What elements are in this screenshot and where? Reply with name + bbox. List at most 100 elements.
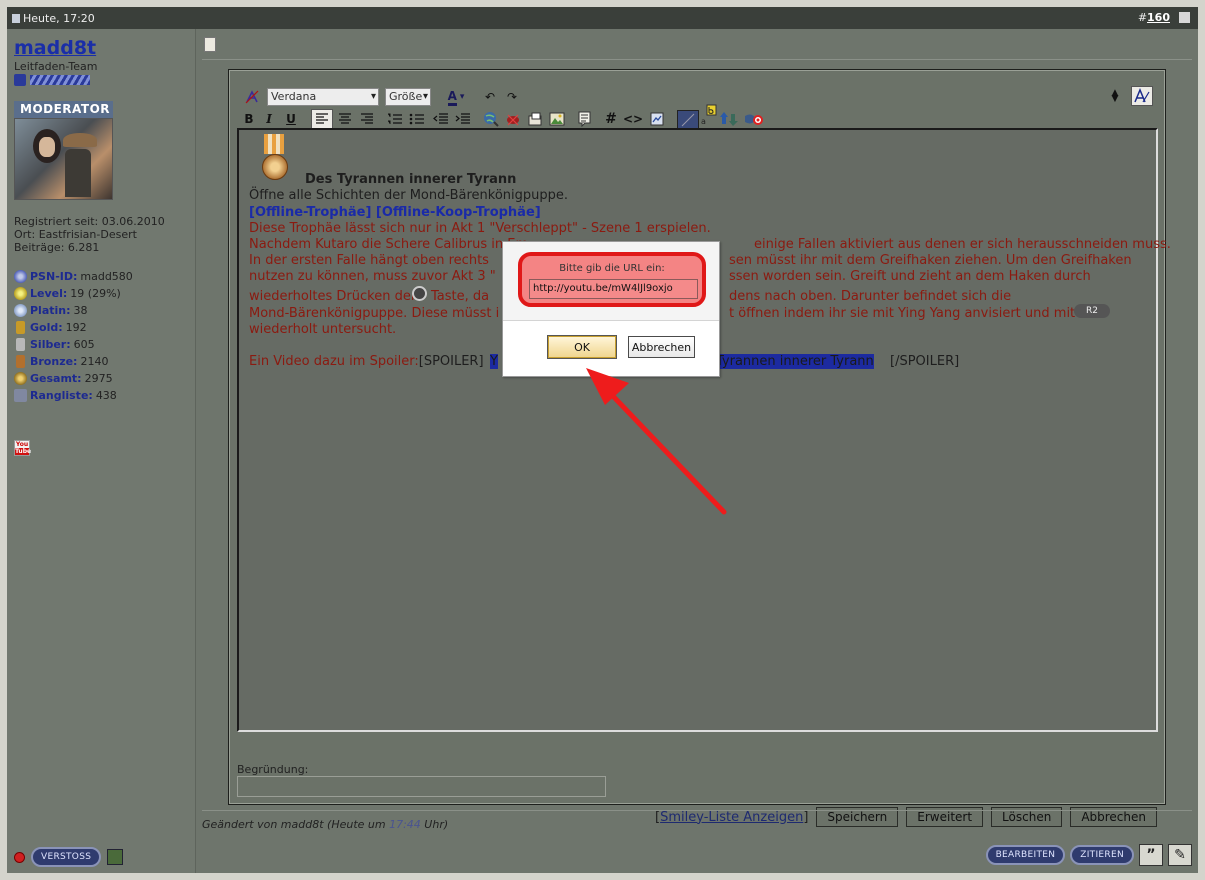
text-color-button[interactable]: A ▾	[441, 88, 471, 106]
smiley-list-link[interactable]: [Smiley-Liste Anzeigen]	[655, 810, 808, 825]
spoiler-icon[interactable]	[677, 110, 699, 130]
edited-note: Geändert von madd8t (Heute um 17:44 Uhr)	[202, 818, 448, 831]
stat-ranking: Rangliste: 438	[14, 387, 133, 404]
smiley-list-link-text[interactable]: Smiley-Liste Anzeigen	[660, 810, 803, 825]
remove-link-icon[interactable]	[503, 110, 523, 128]
divider	[202, 810, 1192, 811]
url-prompt-label: Bitte gib die URL ein:	[559, 263, 665, 274]
spoiler-close-tag: [/SPOILER]	[890, 354, 960, 369]
reason-input[interactable]	[237, 776, 606, 797]
stat-label: Silber:	[30, 338, 71, 351]
post-number-hash: #	[1137, 11, 1148, 24]
stat-value: 438	[95, 389, 117, 402]
post-number-link[interactable]: 160	[1147, 11, 1170, 24]
align-right-icon[interactable]	[357, 110, 377, 128]
upload-icon[interactable]	[719, 110, 739, 128]
moderator-badge: MODERATOR	[14, 101, 113, 118]
bracket-close: ]	[803, 809, 809, 825]
multi-quote-icon[interactable]: ”	[1139, 844, 1163, 866]
registered-since: Registriert seit: 03.06.2010	[14, 215, 165, 228]
hash-tag-button[interactable]: #	[603, 110, 619, 128]
user-info: Registriert seit: 03.06.2010 Ort: Eastfr…	[14, 215, 165, 254]
platinum-trophy-icon	[14, 304, 27, 317]
redo-button[interactable]: ↷	[505, 88, 519, 106]
trophy-title: Des Tyrannen innerer Tyrann	[305, 172, 517, 187]
svg-text:a: a	[701, 117, 706, 126]
post-icon	[12, 14, 20, 23]
spoiler-intro: Ein Video dazu im Spoiler:	[249, 354, 419, 369]
trophy-stats: PSN-ID: madd580 Level: 19 (29%) Platin: 38 …	[14, 268, 133, 404]
ordered-list-icon[interactable]	[385, 110, 405, 128]
stat-label: Gold:	[30, 321, 63, 334]
post-line: Diese Trophäe lässt sich nur in Akt 1 "V…	[249, 221, 711, 236]
edit-button[interactable]: BEARBEITEN	[985, 845, 1066, 865]
ip-info-icon[interactable]	[107, 849, 124, 865]
abbreviation-icon[interactable]: a	[701, 104, 717, 126]
undo-button[interactable]: ↶	[483, 88, 497, 106]
youtube-video-icon[interactable]	[743, 110, 765, 128]
post-line: dens nach oben. Darunter befindet sich d…	[729, 289, 1012, 304]
gold-trophy-icon	[16, 321, 25, 334]
editor-toolbar: Verdana Größe A▾ ↶ ↷ ▲▼ B I U	[237, 78, 1157, 130]
post-line: sen müsst ihr mit dem Greifhaken ziehen.…	[729, 253, 1132, 268]
bold-button[interactable]: B	[241, 110, 257, 128]
message-textarea[interactable]: Des Tyrannen innerer Tyrann Öffne alle S…	[237, 128, 1171, 732]
align-center-icon[interactable]	[335, 110, 355, 128]
underline-button[interactable]: U	[283, 110, 299, 128]
stat-label: Platin:	[30, 304, 71, 317]
stat-value: madd580	[80, 270, 133, 283]
stat-value: 192	[65, 321, 87, 334]
trophy-description: Öffne alle Schichten der Mond-Bärenkönig…	[249, 188, 569, 203]
stat-total: Gesamt: 2975	[14, 370, 133, 387]
stat-platinum: Platin: 38	[14, 302, 133, 319]
align-left-icon[interactable]	[311, 109, 333, 129]
outdent-icon[interactable]	[431, 110, 451, 128]
insert-image-icon[interactable]	[547, 110, 567, 128]
url-prompt-dialog: Bitte gib die URL ein: http://youtu.be/m…	[502, 241, 720, 377]
url-input[interactable]: http://youtu.be/mW4lJl9oxjo	[529, 279, 698, 299]
report-button[interactable]: VERSTOSS	[31, 847, 102, 867]
post-line: Taste, da	[431, 289, 490, 304]
font-select[interactable]: Verdana	[267, 88, 379, 106]
bronze-trophy-icon	[16, 355, 25, 368]
switch-mode-icon[interactable]	[1131, 86, 1153, 106]
remove-format-icon[interactable]	[243, 88, 261, 106]
ranking-icon	[14, 389, 27, 402]
dialog-cancel-button[interactable]: Abbrechen	[628, 336, 695, 358]
rank-bar-icon	[30, 75, 90, 85]
stat-value: 2140	[80, 355, 109, 368]
indent-icon[interactable]	[453, 110, 473, 128]
edited-suffix: Uhr)	[424, 818, 449, 831]
user-panel: madd8t Leitfaden-Team MODERATOR Registri…	[7, 29, 196, 875]
stat-label: Level:	[30, 287, 68, 300]
stat-value: 605	[73, 338, 95, 351]
quick-reply-icon[interactable]: ✎	[1168, 844, 1192, 866]
insert-quote-icon[interactable]	[575, 110, 595, 128]
post-line: wiederholt untersucht.	[249, 322, 397, 337]
code-button[interactable]: <>	[623, 110, 643, 128]
unordered-list-icon[interactable]	[407, 110, 427, 128]
quote-button[interactable]: ZITIEREN	[1070, 845, 1134, 865]
r2-button-icon: R2	[1074, 304, 1110, 318]
avatar[interactable]	[14, 118, 113, 200]
select-post-checkbox[interactable]	[1179, 12, 1190, 23]
post-footer-left: VERSTOSS	[14, 847, 124, 867]
spoiler-line: Ein Video dazu im Spoiler:[SPOILER]	[249, 354, 484, 369]
user-posts: Beiträge: 6.281	[14, 241, 100, 254]
italic-button[interactable]: I	[261, 110, 277, 128]
spoiler-open-tag: [SPOILER]	[418, 354, 484, 369]
total-trophy-icon	[14, 372, 27, 385]
user-location: Ort: Eastfrisian-Desert	[14, 228, 137, 241]
size-select[interactable]: Größe	[385, 88, 431, 106]
php-code-icon[interactable]	[647, 110, 667, 128]
post-line: wiederholtes Drücken der	[249, 289, 417, 304]
username-link[interactable]: madd8t	[14, 37, 96, 59]
insert-link-icon[interactable]	[481, 110, 501, 128]
insert-email-icon[interactable]	[525, 110, 545, 128]
circle-button-icon	[412, 286, 427, 301]
youtube-icon[interactable]: You Tube	[14, 440, 31, 456]
resize-editor-icon[interactable]: ▲ ▼	[1109, 87, 1121, 105]
stat-label: Gesamt:	[30, 372, 82, 385]
post-footer-right: BEARBEITEN ZITIEREN ” ✎	[985, 844, 1192, 866]
ok-button[interactable]: OK	[547, 335, 617, 359]
